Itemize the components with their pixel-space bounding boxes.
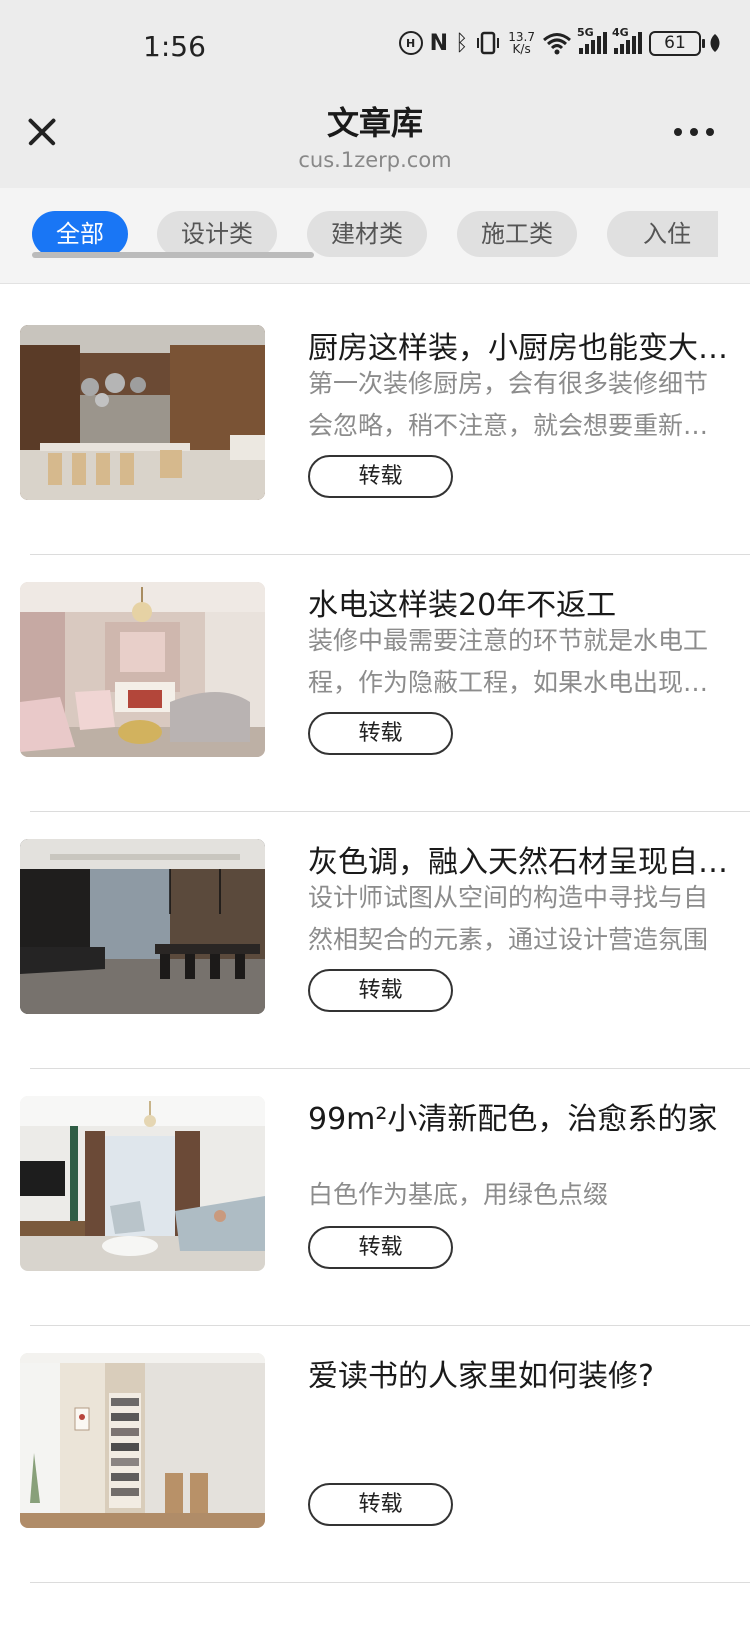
article-thumbnail[interactable]	[20, 839, 265, 1014]
article-item[interactable]: 水电这样装20年不返工 装修中最需要注意的环节就是水电工程，作为隐蔽工程，如果水…	[0, 542, 750, 812]
more-options-icon[interactable]	[674, 128, 714, 138]
article-description: 第一次装修厨房，会有很多装修细节会忽略，稍不注意，就会想要重新装修	[308, 369, 709, 440]
status-icons: H N ᛒ 13.7 K/s 5G 4G 61	[398, 26, 722, 56]
divider	[30, 1582, 750, 1583]
signal-5g-tag: 5G	[577, 26, 594, 39]
page-url: cus.1zerp.com	[298, 148, 452, 172]
article-title[interactable]: 99m²小清新配色，治愈系的家	[308, 1094, 728, 1138]
nfc-icon: N	[429, 30, 449, 56]
article-title[interactable]: 水电这样装20年不返工	[308, 580, 728, 624]
signal-5g-icon: 5G	[577, 26, 607, 54]
vibrate-icon	[475, 31, 501, 55]
repost-button[interactable]: 转载	[308, 712, 453, 755]
network-speed: 13.7 K/s	[508, 30, 535, 56]
article-thumbnail[interactable]	[20, 582, 265, 757]
hd-call-icon: H	[398, 31, 423, 55]
network-speed-unit: K/s	[512, 42, 531, 56]
article-item[interactable]: 厨房这样装，小厨房也能变大厨房 第一次装修厨房，会有很多装修细节会忽略，稍不注意…	[0, 285, 750, 555]
tabs-scrollbar	[32, 252, 314, 258]
repost-button[interactable]: 转载	[308, 455, 453, 498]
category-tabs: 全部 设计类 建材类 施工类 入住	[0, 188, 750, 284]
status-time: 1:56	[143, 30, 206, 63]
repost-button[interactable]: 转载	[308, 969, 453, 1012]
battery-level: 61	[664, 32, 686, 53]
article-description: 装修中最需要注意的环节就是水电工程，作为隐蔽工程，如果水电出现问题	[308, 626, 709, 697]
status-bar: 1:56 H N ᛒ 13.7 K/s 5G 4G 61	[0, 0, 750, 90]
article-thumbnail[interactable]	[20, 325, 265, 500]
signal-4g-tag: 4G	[612, 26, 629, 39]
power-saving-leaf-icon	[708, 30, 722, 56]
tab-materials[interactable]: 建材类	[307, 211, 427, 257]
tab-move-in[interactable]: 入住	[607, 211, 718, 257]
wifi-icon	[542, 30, 572, 56]
article-item[interactable]: 99m²小清新配色，治愈系的家 白色作为基底，用绿色点缀 转载	[0, 1056, 750, 1326]
article-description: 设计师试图从空间的构造中寻找与自然相契合的元素，通过设计营造氛围	[308, 883, 709, 954]
battery-icon: 61	[649, 30, 705, 56]
article-item[interactable]: 灰色调，融入天然石材呈现自然美 设计师试图从空间的构造中寻找与自然相契合的元素，…	[0, 799, 750, 1069]
article-thumbnail[interactable]	[20, 1096, 265, 1271]
article-title[interactable]: 厨房这样装，小厨房也能变大厨房	[308, 323, 728, 367]
signal-4g-icon: 4G	[612, 26, 642, 54]
bluetooth-icon: ᛒ	[455, 30, 469, 56]
article-item[interactable]: 爱读书的人家里如何装修? 转载	[0, 1313, 750, 1583]
title-bar: 文章库 cus.1zerp.com	[0, 90, 750, 188]
page-title: 文章库	[326, 104, 423, 142]
repost-button[interactable]: 转载	[308, 1226, 453, 1269]
tab-all[interactable]: 全部	[32, 211, 128, 257]
tab-construction[interactable]: 施工类	[457, 211, 577, 257]
repost-button[interactable]: 转载	[308, 1483, 453, 1526]
article-description: 白色作为基底，用绿色点缀	[308, 1180, 609, 1209]
article-title[interactable]: 爱读书的人家里如何装修?	[308, 1351, 728, 1395]
article-thumbnail[interactable]	[20, 1353, 265, 1528]
tab-design[interactable]: 设计类	[157, 211, 277, 257]
article-title[interactable]: 灰色调，融入天然石材呈现自然美	[308, 837, 728, 881]
